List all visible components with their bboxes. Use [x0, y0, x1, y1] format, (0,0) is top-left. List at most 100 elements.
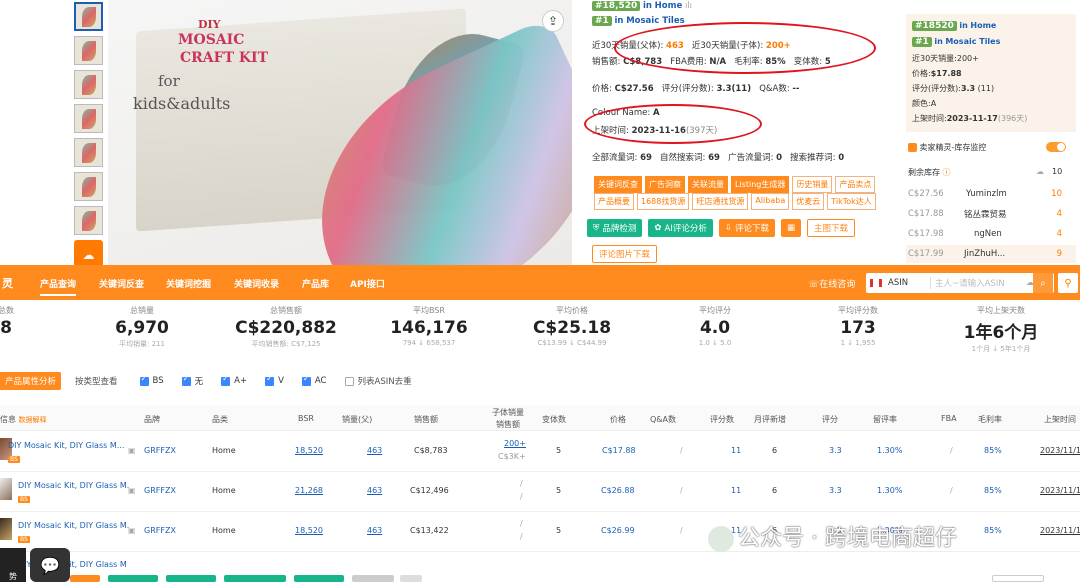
- tag-listing-generator[interactable]: Listing生成器: [731, 176, 790, 193]
- tab-attribute-analysis[interactable]: 产品属性分析: [0, 372, 62, 390]
- inventory-row: C$17.98 ngNen 4: [908, 229, 1062, 239]
- page-size-select[interactable]: [992, 575, 1044, 582]
- tag-alibaba[interactable]: Alibaba: [751, 193, 790, 210]
- stat-total: 总数 8: [0, 306, 14, 338]
- tag-ad-insight[interactable]: 广告洞察: [645, 176, 685, 193]
- download-icon: ⇩: [724, 223, 732, 233]
- tool-tags-row2: 产品概要 1688找货源 旺店通找货源 Alibaba 优麦云 TikTok达人: [594, 193, 876, 210]
- traffic-line: 全部流量词: 69 自然搜索词: 69 广告流量词: 0 搜索推荐词: 0: [592, 153, 845, 163]
- stat-rating-count: 平均评分数 173 1 ↓ 1,955: [838, 306, 878, 347]
- stat-revenue: 总销售额 C$220,882 平均销售额: C$7,125: [235, 306, 337, 348]
- checkbox-ac[interactable]: [301, 374, 311, 386]
- right-listed: 上架时间:2023-11-17(396天): [912, 114, 1028, 123]
- review-download-button[interactable]: ⇩ 评论下载: [718, 219, 775, 237]
- logo-icon: [908, 143, 917, 152]
- table-header: 信息 数据解释 品牌 品类 BSR 销量(父) 销售额 子体销量 销售额 变体数…: [0, 405, 1080, 431]
- checkbox-dedupe[interactable]: [344, 376, 354, 386]
- checkbox-v[interactable]: [265, 374, 275, 386]
- wechat-icon: [708, 526, 734, 552]
- tag-keyword-reverse[interactable]: 关键词反查: [594, 176, 642, 193]
- logo: 灵: [2, 277, 13, 290]
- tag-wangdiantong[interactable]: 旺店通找货源: [692, 193, 749, 210]
- nav-product-query[interactable]: 产品查询: [40, 277, 77, 296]
- product-main-image: DIY MOSAIC CRAFT KIT for kids&adults ⇪: [108, 0, 572, 265]
- right-price: 价格:$17.88: [912, 69, 962, 78]
- review-image-download-button[interactable]: 评论图片下载: [592, 245, 658, 263]
- asin-search: ASIN 主人~请输入ASIN ☁: [866, 273, 1054, 293]
- table-row[interactable]: DIY Mosaic Kit, DIY Glass M... BS ▣ GRFF…: [0, 432, 1080, 472]
- tag-1688[interactable]: 1688找货源: [637, 193, 690, 210]
- tag-overview[interactable]: 产品概要: [594, 193, 634, 210]
- annotation-circle: [584, 104, 762, 144]
- right-rating: 评分(评分数):3.3 (11): [912, 84, 995, 93]
- rank-home: #18,520 in Home ılı: [592, 1, 692, 11]
- tag-selling-points[interactable]: 产品卖点: [835, 176, 876, 193]
- tag-history-sales[interactable]: 历史销量: [792, 176, 833, 193]
- cloud-icon: ☁: [1036, 167, 1044, 176]
- box-text: MOSAIC: [178, 32, 245, 48]
- bottom-button[interactable]: [352, 575, 394, 582]
- inventory-row: C$17.88 铭丛霖贸易 4: [908, 209, 1062, 220]
- thumbnail[interactable]: [74, 104, 103, 133]
- side-trend-tab[interactable]: 势: [0, 548, 26, 582]
- filter-row: 产品属性分析 按类型查看 BS 无 A+ V AC 列表ASIN去重: [0, 372, 412, 390]
- tab-view-by-type[interactable]: 按类型查看: [75, 375, 118, 387]
- search-icon[interactable]: ⌕: [1033, 273, 1053, 293]
- bottom-button[interactable]: [108, 575, 158, 582]
- inventory-monitor-title: 卖家精灵-库存监控: [908, 142, 986, 153]
- box-text: CRAFT KIT: [180, 50, 269, 66]
- thumbnail[interactable]: [74, 70, 103, 99]
- box-text: kids&adults: [133, 94, 231, 113]
- thumbnail[interactable]: [74, 172, 103, 201]
- tag-related-traffic[interactable]: 关联流量: [688, 176, 728, 193]
- top-nav-bar: 灵 产品查询 关键词反查 关键词挖掘 关键词收录 产品库 API接口 ☏在线咨询…: [0, 265, 1080, 300]
- checkbox-aplus[interactable]: [221, 374, 231, 386]
- stat-sales: 总销量 6,970 平均销量: 211: [115, 306, 169, 348]
- online-consult[interactable]: ☏在线咨询: [808, 277, 855, 290]
- bottom-button[interactable]: [224, 575, 286, 582]
- brand-check-button[interactable]: ⛨ 品牌检测: [587, 219, 643, 237]
- stock-label: 剩余库存 ⓘ: [908, 168, 951, 177]
- bottom-button[interactable]: [166, 575, 216, 582]
- share-icon[interactable]: ⇪: [542, 10, 564, 32]
- thumbnail[interactable]: [74, 138, 103, 167]
- stock-total: 10: [1052, 167, 1063, 176]
- thumbnail[interactable]: [74, 2, 103, 31]
- main-image-download-button[interactable]: 主图下载: [807, 219, 856, 237]
- chat-bubble-icon[interactable]: 💬: [30, 548, 70, 582]
- checkbox-bs[interactable]: [139, 374, 149, 386]
- right-color: 颜色:A: [912, 99, 937, 108]
- rank-mosaic: #1 in Mosaic Tiles: [592, 16, 685, 26]
- table-row[interactable]: DIY Mosaic Kit, DIY Glass M. BS ▣ GRFFZX…: [0, 472, 1080, 512]
- inventory-toggle[interactable]: [1046, 142, 1066, 152]
- thumbnail[interactable]: [74, 36, 103, 65]
- stat-listed-days: 平均上架天数 1年6个月 1个月 ↓ 5年1个月: [963, 306, 1039, 353]
- tool-tags-row1: 关键词反查 广告洞察 关联流量 Listing生成器 历史销量 产品卖点: [594, 176, 876, 193]
- nav-product-library[interactable]: 产品库: [302, 277, 329, 290]
- ai-review-button[interactable]: ✿ AI评论分析: [648, 219, 713, 237]
- thumbnail[interactable]: [74, 206, 103, 235]
- box-text: for: [158, 72, 180, 90]
- nav-keyword-reverse[interactable]: 关键词反查: [99, 277, 144, 290]
- bottom-button[interactable]: [400, 575, 422, 582]
- right-sales: 近30天销量:200+: [912, 54, 979, 63]
- nav-keyword-mining[interactable]: 关键词挖掘: [166, 277, 211, 290]
- bottom-button[interactable]: [294, 575, 344, 582]
- inventory-row: C$17.99 JinZhuH... 9: [906, 245, 1076, 263]
- nav-keyword-indexing[interactable]: 关键词收录: [234, 277, 279, 290]
- calculator-button[interactable]: ▦: [781, 219, 802, 237]
- stat-bsr: 平均BSR 146,176 794 ↓ 658,537: [390, 306, 468, 347]
- tag-youmaiyun[interactable]: 优麦云: [792, 193, 825, 210]
- nav-api[interactable]: API接口: [350, 277, 385, 290]
- chat-icon: ☏: [808, 280, 820, 290]
- tag-tiktok[interactable]: TikTok达人: [827, 193, 876, 210]
- filter-icon[interactable]: ⚲: [1058, 273, 1078, 293]
- price-line: 价格: C$27.56 评分(评分数): 3.3(11) Q&A数: --: [592, 84, 800, 94]
- search-input[interactable]: 主人~请输入ASIN: [930, 277, 1026, 289]
- action-buttons: ⛨ 品牌检测 ✿ AI评论分析 ⇩ 评论下载 ▦ 主图下载: [587, 219, 856, 237]
- bottom-button[interactable]: [70, 575, 100, 582]
- search-type-select[interactable]: ASIN: [888, 278, 930, 288]
- shield-icon: ⛨: [593, 223, 600, 233]
- box-text: DIY: [198, 18, 221, 31]
- checkbox-none[interactable]: [181, 374, 191, 386]
